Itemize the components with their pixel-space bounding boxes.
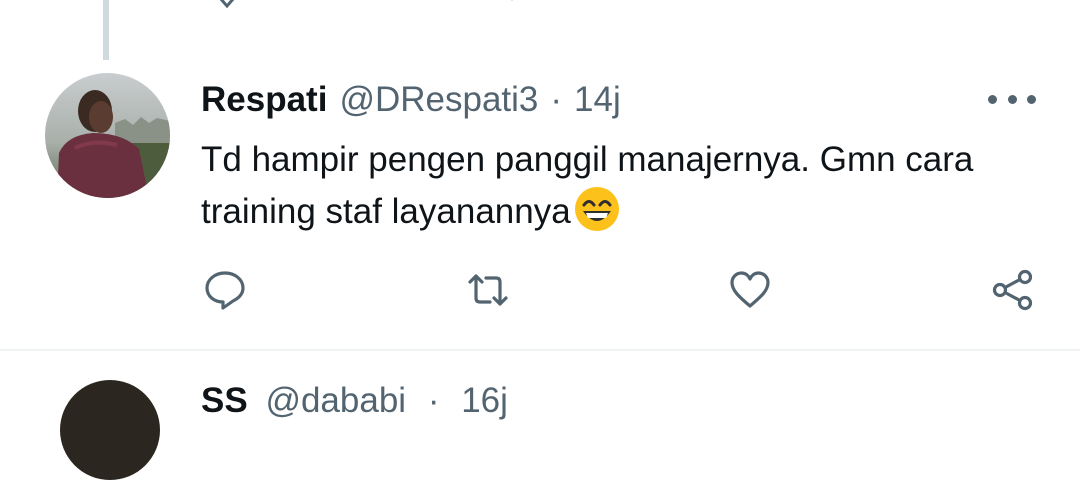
more-dot: [1027, 94, 1036, 104]
next-tweet-header: SS @dababi · 16j: [201, 379, 508, 423]
more-dot: [1007, 94, 1017, 104]
retweet-icon: [468, 274, 508, 306]
more-options-icon[interactable]: [988, 85, 1036, 113]
next-separator-dot: ·: [427, 381, 440, 420]
previous-retweet-icon[interactable]: [478, 0, 518, 8]
share-icon: [992, 269, 1033, 311]
like-button[interactable]: [728, 268, 772, 312]
separator-dot: ·: [550, 80, 563, 119]
share-button[interactable]: [991, 268, 1035, 312]
avatar[interactable]: [45, 73, 170, 198]
tweet-header: Respati @DRespati3 · 14j: [201, 78, 621, 122]
tweet-text: Td hampir pengen panggil manajernya. Gmn…: [201, 135, 1051, 237]
tweet-timestamp[interactable]: 14j: [574, 78, 621, 122]
author-handle[interactable]: @DRespati3: [339, 78, 538, 122]
reply-icon: [205, 271, 245, 310]
avatar-photo: [45, 73, 170, 198]
previous-like-icon[interactable]: [735, 0, 775, 8]
tweet-divider: [0, 349, 1080, 351]
next-author-name[interactable]: SS: [201, 381, 248, 420]
more-dot: [988, 94, 997, 104]
next-author-handle[interactable]: @dababi: [265, 381, 406, 420]
reply-button[interactable]: [203, 268, 247, 312]
next-tweet-avatar[interactable]: [60, 380, 160, 480]
like-icon: [730, 271, 770, 308]
previous-share-icon[interactable]: [1010, 0, 1040, 8]
retweet-button[interactable]: [466, 268, 510, 312]
previous-reply-icon[interactable]: [207, 0, 247, 8]
next-tweet-timestamp[interactable]: 16j: [461, 381, 508, 420]
previous-tweet-actions: [0, 0, 1080, 10]
author-name[interactable]: Respati: [201, 78, 327, 122]
grinning-face-emoji-icon: [574, 187, 619, 231]
